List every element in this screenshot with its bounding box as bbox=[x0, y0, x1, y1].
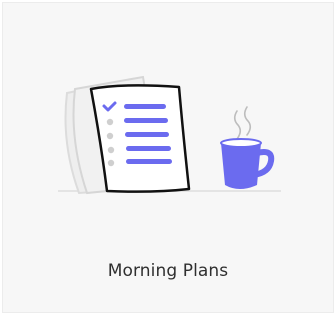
morning-plans-card[interactable]: Morning Plans bbox=[2, 2, 334, 313]
checklist-and-coffee-illustration bbox=[58, 75, 281, 195]
checklist-line bbox=[124, 118, 168, 123]
card-title: Morning Plans bbox=[107, 261, 229, 281]
unchecked-dot-icon bbox=[106, 118, 114, 126]
checklist-line bbox=[126, 159, 172, 164]
unchecked-dot-icon bbox=[107, 159, 115, 167]
checklist-line bbox=[125, 132, 169, 137]
checklist-line bbox=[124, 104, 166, 109]
unchecked-dot-icon bbox=[106, 132, 114, 140]
checklist-icon bbox=[89, 84, 191, 193]
steam-icon bbox=[233, 106, 252, 140]
checklist-line bbox=[126, 146, 171, 151]
coffee-mug-icon bbox=[220, 138, 275, 189]
unchecked-dot-icon bbox=[107, 146, 115, 154]
